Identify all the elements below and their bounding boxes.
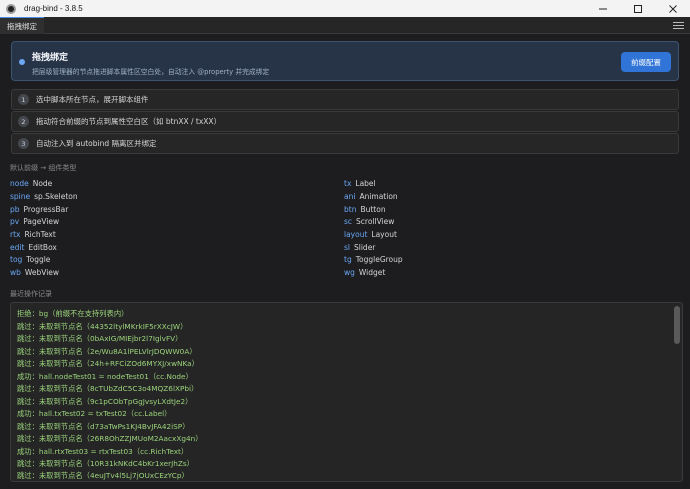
log-line: 跳过：未取到节点名（9c1pCObTpGgJvsyLXdtJe2）	[17, 397, 193, 406]
prefix-mapping-item: pv PageView	[10, 217, 60, 226]
prefix-mapping-item: sc ScrollView	[344, 217, 395, 226]
minimize-button[interactable]	[585, 0, 620, 17]
operation-log[interactable]: 拒绝：bg（前缀不在支持列表内） 跳过：未取到节点名（44352ltylMKrk…	[10, 302, 683, 482]
app-icon	[6, 3, 16, 14]
step-row: 2 拖动符合前缀的节点到属性空白区（如 btnXX / txXX）	[11, 111, 679, 132]
step-row: 3 自动注入到 autobind 隔离区并绑定	[11, 133, 679, 154]
tab-drag-bind[interactable]: 拖拽绑定	[0, 17, 44, 34]
log-line: 跳过：未取到节点名（0bAxIG/MIEjbr2l7IglvFV）	[17, 334, 183, 343]
log-line: 成功：hall.rtxTest03 = rtxTest03（cc.RichTex…	[17, 447, 189, 456]
close-icon	[668, 4, 677, 13]
prefix-mapping-item: pb ProgressBar	[10, 205, 69, 214]
step-text: 选中脚本所在节点，展开脚本组件	[36, 95, 149, 104]
window-title-bar: drag-bind - 3.8.5	[0, 0, 690, 17]
header-title: 拖拽绑定	[32, 53, 69, 63]
prefix-mapping-item: ani Animation	[344, 192, 398, 201]
prefix-mapping-item: edit EditBox	[10, 243, 57, 252]
log-line: 跳过：未取到节点名（10R31kNKdC4bKr1xerJhZs）	[17, 459, 194, 468]
log-line: 跳过：未取到节点名（44352ltylMKrkIF5rXXcJW）	[17, 322, 188, 331]
prefix-mapping-item: wg Widget	[344, 268, 386, 277]
maximize-button[interactable]	[620, 0, 655, 17]
prefix-config-button[interactable]: 前缀配置	[621, 52, 671, 72]
header-card: 拖拽绑定 把层级管理器的节点拖进脚本属性区空白处，自动注入 @property …	[11, 41, 679, 81]
log-line: 跳过：未取到节点名（8cTUbZdC5C3o4MQZ6lXPbi）	[17, 384, 199, 393]
prefix-mapping-label: 默认前缀 → 组件类型	[10, 164, 77, 172]
prefix-mapping-item: node Node	[10, 179, 53, 188]
panel-tab-strip: 拖拽绑定	[0, 17, 690, 34]
log-line: 成功：hall.nodeTest01 = nodeTest01（cc.Node）	[17, 372, 193, 381]
log-line: 成功：hall.txTest02 = txTest02（cc.Label）	[17, 409, 172, 418]
header-subtitle: 把层级管理器的节点拖进脚本属性区空白处，自动注入 @property 并完成绑定	[32, 68, 270, 76]
log-scrollbar[interactable]	[674, 306, 680, 480]
prefix-mapping-item: wb WebView	[10, 268, 60, 277]
log-line: 跳过：未取到节点名（24h+RFCiZOd6MYXJ/xwNKa）	[17, 359, 199, 368]
step-number-badge: 2	[18, 116, 29, 127]
step-number-badge: 1	[18, 94, 29, 105]
step-row: 1 选中脚本所在节点，展开脚本组件	[11, 89, 679, 110]
prefix-mapping-item: tx Label	[344, 179, 376, 188]
log-line: 跳过：未取到节点名（2e/Wu8A1lPELVlrJDQWW0A）	[17, 347, 197, 356]
prefix-mapping-item: btn Button	[344, 205, 386, 214]
log-line: 拒绝：bg（前缀不在支持列表内）	[17, 309, 129, 318]
panel-menu-icon[interactable]	[673, 20, 684, 31]
prefix-mapping-item: sl Slider	[344, 243, 376, 252]
log-line: 跳过：未取到节点名（26R8OhZZJMUoM2AacxXg4n）	[17, 434, 203, 443]
prefix-mapping-item: tog Toggle	[10, 255, 51, 264]
window-controls	[585, 0, 690, 17]
status-dot-icon	[19, 59, 25, 65]
minimize-icon	[598, 8, 607, 9]
prefix-mapping-item: layout Layout	[344, 230, 397, 239]
window-title: drag-bind - 3.8.5	[24, 4, 83, 13]
step-number-badge: 3	[18, 138, 29, 149]
log-line: 跳过：未取到节点名（d73aTwPs1KJ4BvJFA42iSP）	[17, 422, 190, 431]
maximize-icon	[633, 4, 642, 13]
log-line: 跳过：未取到节点名（4euJTv4l5Lj7jOUxCEzYCp）	[17, 471, 189, 480]
step-text: 自动注入到 autobind 隔离区并绑定	[36, 139, 157, 148]
step-text: 拖动符合前缀的节点到属性空白区（如 btnXX / txXX）	[36, 117, 222, 126]
close-button[interactable]	[655, 0, 690, 17]
prefix-mapping-item: spine sp.Skeleton	[10, 192, 78, 201]
recent-log-label: 最近操作记录	[10, 290, 52, 298]
prefix-mapping-item: tg ToggleGroup	[344, 255, 403, 264]
log-scroll-thumb[interactable]	[674, 306, 680, 344]
prefix-mapping-item: rtx RichText	[10, 230, 56, 239]
